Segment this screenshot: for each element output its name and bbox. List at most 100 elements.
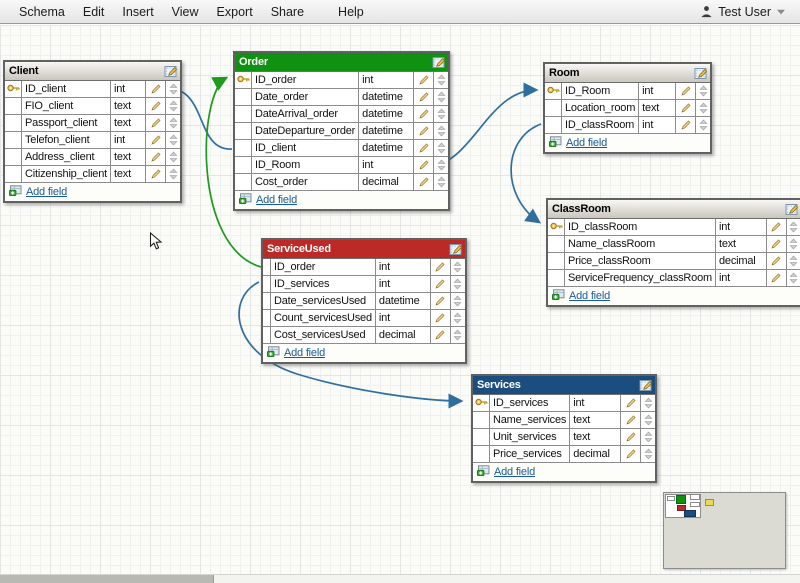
table-client[interactable]: ClientID_clientintFIO_clienttextPassport… [3, 60, 182, 203]
reorder-field-icon[interactable] [787, 253, 800, 269]
edit-table-icon[interactable] [449, 243, 463, 256]
table-services[interactable]: ServicesID_servicesintName_servicestextU… [471, 374, 657, 483]
field-row[interactable]: Count_servicesUsedint [263, 310, 465, 327]
user-menu[interactable]: Test User [696, 5, 790, 19]
edit-field-icon[interactable] [414, 89, 434, 105]
reorder-field-icon[interactable] [451, 276, 465, 292]
horizontal-scrollbar-thumb[interactable] [0, 575, 214, 583]
edit-field-icon[interactable] [414, 140, 434, 156]
reorder-field-icon[interactable] [451, 310, 465, 326]
field-row[interactable]: Location_roomtext [545, 100, 710, 117]
field-row[interactable]: Price_classRoomdecimal [548, 253, 800, 270]
edit-table-icon[interactable] [432, 56, 446, 69]
add-field-link[interactable]: Add field [494, 466, 535, 478]
table-header-classroom[interactable]: ClassRoom [548, 200, 800, 219]
reorder-field-icon[interactable] [787, 236, 800, 252]
reorder-field-icon[interactable] [434, 106, 448, 122]
reorder-field-icon[interactable] [641, 412, 655, 428]
menu-item-insert[interactable]: Insert [113, 5, 162, 19]
reorder-field-icon[interactable] [434, 140, 448, 156]
edit-field-icon[interactable] [414, 157, 434, 173]
field-row[interactable]: ID_Roomint [235, 157, 448, 174]
edit-field-icon[interactable] [146, 81, 166, 97]
field-row[interactable]: Citizenship_clienttext [5, 166, 180, 183]
edit-field-icon[interactable] [146, 132, 166, 148]
add-field-link[interactable]: Add field [26, 186, 67, 198]
edit-table-icon[interactable] [785, 203, 799, 216]
edit-field-icon[interactable] [414, 174, 434, 190]
table-header-serviceused[interactable]: ServiceUsed [263, 240, 465, 259]
edit-field-icon[interactable] [414, 106, 434, 122]
table-room[interactable]: RoomID_RoomintLocation_roomtextID_classR… [543, 62, 712, 154]
reorder-field-icon[interactable] [696, 83, 710, 99]
reorder-field-icon[interactable] [434, 174, 448, 190]
table-header-room[interactable]: Room [545, 64, 710, 83]
field-row[interactable]: ID_clientdatetime [235, 140, 448, 157]
menu-item-help[interactable]: Help [329, 5, 373, 19]
reorder-field-icon[interactable] [166, 166, 180, 182]
reorder-field-icon[interactable] [166, 149, 180, 165]
field-row[interactable]: ID_servicesint [263, 276, 465, 293]
edit-field-icon[interactable] [431, 276, 451, 292]
edit-field-icon[interactable] [767, 219, 787, 235]
menu-item-schema[interactable]: Schema [10, 5, 74, 19]
reorder-field-icon[interactable] [787, 270, 800, 286]
menu-item-share[interactable]: Share [262, 5, 313, 19]
edit-field-icon[interactable] [431, 259, 451, 275]
add-field-link[interactable]: Add field [284, 347, 325, 359]
minimap[interactable] [663, 492, 786, 569]
field-row[interactable]: ID_classRoomint [545, 117, 710, 134]
edit-field-icon[interactable] [767, 253, 787, 269]
edit-field-icon[interactable] [431, 310, 451, 326]
edit-field-icon[interactable] [146, 98, 166, 114]
reorder-field-icon[interactable] [434, 123, 448, 139]
edit-table-icon[interactable] [639, 379, 653, 392]
horizontal-scrollbar[interactable] [0, 574, 800, 583]
schema-canvas[interactable]: ClientID_clientintFIO_clienttextPassport… [0, 25, 800, 575]
reorder-field-icon[interactable] [696, 117, 710, 133]
field-row[interactable]: Cost_orderdecimal [235, 174, 448, 191]
reorder-field-icon[interactable] [641, 446, 655, 462]
reorder-field-icon[interactable] [166, 98, 180, 114]
field-row[interactable]: Cost_servicesUseddecimal [263, 327, 465, 344]
edit-field-icon[interactable] [431, 293, 451, 309]
table-classroom[interactable]: ClassRoomID_classRoomintName_classRoomte… [546, 198, 800, 307]
field-row[interactable]: Passport_clienttext [5, 115, 180, 132]
reorder-field-icon[interactable] [166, 81, 180, 97]
field-row[interactable]: Date_servicesUseddatetime [263, 293, 465, 310]
reorder-field-icon[interactable] [166, 115, 180, 131]
reorder-field-icon[interactable] [641, 395, 655, 411]
edit-field-icon[interactable] [414, 123, 434, 139]
edit-field-icon[interactable] [676, 100, 696, 116]
edit-field-icon[interactable] [767, 270, 787, 286]
reorder-field-icon[interactable] [787, 219, 800, 235]
field-row[interactable]: ServiceFrequency_classRoomint [548, 270, 800, 287]
table-header-services[interactable]: Services [473, 376, 655, 395]
field-row[interactable]: Date_orderdatetime [235, 89, 448, 106]
reorder-field-icon[interactable] [451, 259, 465, 275]
edit-field-icon[interactable] [414, 72, 434, 88]
edit-field-icon[interactable] [431, 327, 451, 343]
reorder-field-icon[interactable] [434, 89, 448, 105]
field-row[interactable]: Name_servicestext [473, 412, 655, 429]
reorder-field-icon[interactable] [696, 100, 710, 116]
add-field-link[interactable]: Add field [566, 137, 607, 149]
field-row[interactable]: Price_servicesdecimal [473, 446, 655, 463]
edit-field-icon[interactable] [621, 412, 641, 428]
add-field-link[interactable]: Add field [569, 290, 610, 302]
field-row[interactable]: ID_orderint [263, 259, 465, 276]
reorder-field-icon[interactable] [434, 157, 448, 173]
field-row[interactable]: Telefon_clientint [5, 132, 180, 149]
table-header-order[interactable]: Order [235, 53, 448, 72]
edit-field-icon[interactable] [146, 115, 166, 131]
field-row[interactable]: FIO_clienttext [5, 98, 180, 115]
edit-field-icon[interactable] [621, 429, 641, 445]
add-field-link[interactable]: Add field [256, 194, 297, 206]
edit-table-icon[interactable] [164, 65, 178, 78]
reorder-field-icon[interactable] [451, 327, 465, 343]
edit-field-icon[interactable] [767, 236, 787, 252]
field-row[interactable]: ID_clientint [5, 81, 180, 98]
reorder-field-icon[interactable] [451, 293, 465, 309]
edit-field-icon[interactable] [621, 395, 641, 411]
edit-field-icon[interactable] [621, 446, 641, 462]
